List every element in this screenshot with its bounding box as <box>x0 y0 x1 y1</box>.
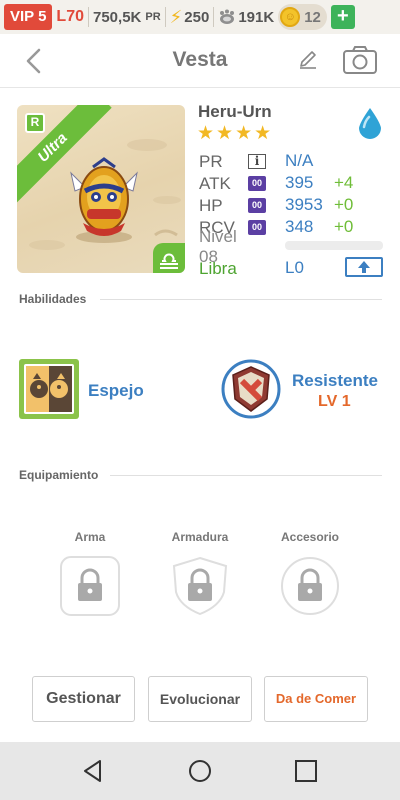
home-circle-icon[interactable] <box>187 758 213 784</box>
skill-name[interactable]: Resistente <box>292 371 378 391</box>
add-coins-button[interactable]: + <box>330 5 355 29</box>
page-title: Vesta <box>172 48 228 71</box>
energy-stat: ⚡ 250 <box>170 7 210 28</box>
sign-upgrade-button[interactable] <box>345 257 383 277</box>
equip-slot-label: Arma <box>74 530 106 544</box>
pencil-icon[interactable] <box>296 48 320 72</box>
section-divider <box>110 475 382 476</box>
coins-value: 12 <box>304 8 321 26</box>
star-icon: ★ <box>216 123 234 144</box>
water-drop-icon <box>359 108 381 139</box>
back-triangle-icon[interactable] <box>80 758 106 784</box>
recents-square-icon[interactable] <box>293 758 319 784</box>
libra-icon <box>160 253 178 269</box>
stat-value: N/A <box>285 151 314 170</box>
equip-slot-label: Armadura <box>171 530 229 544</box>
food-value: 191K <box>238 8 275 26</box>
scarab-creature-icon <box>70 157 138 243</box>
resistant-shield-skill-icon[interactable] <box>221 359 281 419</box>
stat-label: HP <box>199 196 223 215</box>
sign-row: Libra <box>199 258 249 280</box>
stat-row-pr: PR <box>199 151 249 173</box>
stat-value: 348 <box>285 217 314 236</box>
accessory-slot[interactable] <box>280 556 340 616</box>
power-unit: PR <box>145 11 161 23</box>
star-icon: ★ <box>235 123 253 144</box>
sign-level: L0 <box>285 258 304 277</box>
stat-bonus: +0 <box>334 195 354 214</box>
stat-row-atk: ATK <box>199 173 249 195</box>
mirror-skill-icon[interactable] <box>19 359 79 419</box>
star-icon: ★ <box>254 123 272 144</box>
food-stat: 191K <box>218 9 274 26</box>
star-icon: ★ <box>197 123 215 144</box>
weapon-slot[interactable] <box>60 556 120 616</box>
power-value: 750,5K <box>93 8 142 26</box>
camera-icon[interactable] <box>342 44 378 76</box>
skills-section-title: Habilidades <box>19 292 87 306</box>
lightning-icon: ⚡ <box>169 6 183 27</box>
stat-value: 3953 <box>285 195 323 214</box>
vip-badge[interactable]: VIP 5 <box>4 4 53 30</box>
level-row: Nivel 08 <box>199 227 249 266</box>
libra-sign-badge <box>153 243 185 273</box>
player-level: L70 <box>56 8 84 25</box>
equipment-section-title: Equipamiento <box>19 468 99 482</box>
evolve-button[interactable]: Evolucionar <box>148 676 252 722</box>
hero-stars: ★ ★ ★ ★ <box>197 122 271 145</box>
stat-label: ATK <box>199 174 231 193</box>
equip-slot-label: Accesorio <box>280 530 340 544</box>
stat-bonus: +0 <box>334 217 354 236</box>
level-progress-bar <box>285 241 383 250</box>
divider <box>164 7 166 27</box>
hero-name: Heru-Urn <box>198 102 272 121</box>
arrow-up-icon <box>358 261 370 273</box>
energy-value: 250 <box>184 8 210 26</box>
stat-value: 395 <box>285 173 314 192</box>
coins-counter[interactable]: ☺ 12 <box>278 4 327 30</box>
manage-button[interactable]: Gestionar <box>32 676 135 722</box>
stat-tag: 00 <box>248 220 266 235</box>
armor-slot[interactable] <box>170 556 230 616</box>
section-divider <box>100 299 382 300</box>
stat-label: PR <box>199 152 223 171</box>
skill-name[interactable]: Espejo <box>88 381 144 401</box>
paw-icon <box>220 9 235 24</box>
rarity-badge: R <box>25 113 45 133</box>
divider <box>213 7 215 27</box>
stat-tag: 00 <box>248 198 266 213</box>
feed-button[interactable]: Da de Comer <box>264 676 368 722</box>
divider <box>88 7 89 27</box>
status-bar: VIP 5 L70 750,5K PR ⚡ 250 191K ☺ 12 + <box>0 0 400 34</box>
page-header: Vesta <box>0 34 400 88</box>
hero-portrait[interactable]: Ultra R <box>17 105 185 273</box>
power-stat: 750,5K PR <box>93 9 161 26</box>
stat-row-hp: HP <box>199 195 249 217</box>
skill-level: LV 1 <box>318 393 351 410</box>
sign-name: Libra <box>199 259 237 278</box>
info-icon[interactable]: i <box>248 154 266 169</box>
stat-tag: 00 <box>248 176 266 191</box>
stat-bonus: +4 <box>334 173 354 192</box>
system-nav-bar <box>0 742 400 800</box>
coin-icon: ☺ <box>280 7 301 27</box>
